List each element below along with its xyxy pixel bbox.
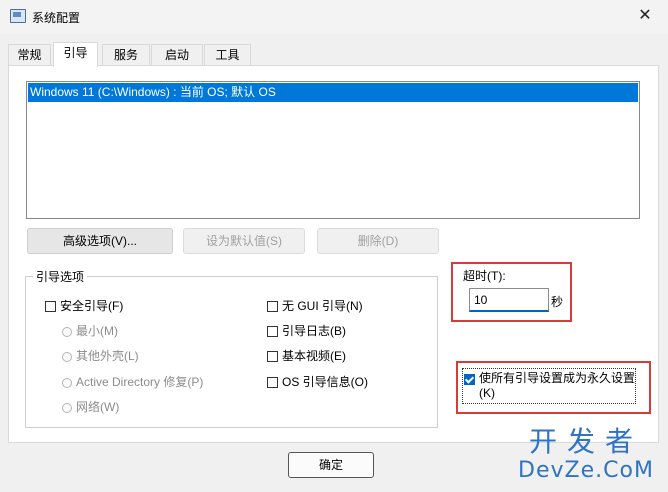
no-gui-boot-label: 无 GUI 引导(N) [282, 299, 363, 313]
ok-button[interactable]: 确定 [288, 452, 374, 478]
alternate-shell-radio[interactable]: 其他外壳(L) [62, 347, 139, 365]
minimal-label: 最小(M) [76, 324, 118, 338]
watermark-line2: DevZe.CoM [518, 458, 654, 483]
tab-services[interactable]: 服务 [102, 44, 150, 66]
alternate-shell-label: 其他外壳(L) [76, 349, 139, 363]
tab-tools[interactable]: 工具 [204, 44, 251, 66]
timeout-highlight-box [451, 262, 572, 322]
title-bar: 系统配置 ✕ [0, 0, 668, 34]
network-radio[interactable]: 网络(W) [62, 398, 119, 416]
radio-circle [62, 403, 72, 413]
checkbox-box [267, 351, 278, 362]
tab-general[interactable]: 常规 [8, 44, 51, 66]
advanced-options-label: 高级选项(V)... [63, 234, 137, 248]
close-button[interactable]: ✕ [622, 0, 668, 32]
set-default-label: 设为默认值(S) [206, 234, 282, 248]
permanent-highlight-box [456, 361, 651, 414]
radio-circle [62, 352, 72, 362]
boot-options-title: 引导选项 [33, 268, 88, 285]
active-directory-label: Active Directory 修复(P) [76, 375, 204, 389]
base-video-label: 基本视频(E) [282, 349, 346, 363]
set-default-button[interactable]: 设为默认值(S) [183, 228, 305, 254]
radio-circle [62, 327, 72, 337]
safe-boot-checkbox[interactable]: 安全引导(F) [45, 297, 123, 315]
os-boot-info-checkbox[interactable]: OS 引导信息(O) [267, 373, 368, 391]
delete-button[interactable]: 删除(D) [317, 228, 439, 254]
checkbox-box [267, 377, 278, 388]
watermark-line1: 开发者 [528, 425, 643, 458]
delete-label: 删除(D) [357, 234, 399, 248]
minimal-radio[interactable]: 最小(M) [62, 322, 118, 340]
system-config-icon [10, 9, 26, 23]
tab-startup[interactable]: 启动 [151, 44, 203, 66]
os-listbox[interactable]: Windows 11 (C:\Windows) : 当前 OS; 默认 OS [26, 81, 640, 219]
watermark-logo: 开发者 DevZe.CoM [508, 426, 664, 484]
boot-log-checkbox[interactable]: 引导日志(B) [267, 322, 346, 340]
checkbox-box [267, 301, 278, 312]
base-video-checkbox[interactable]: 基本视频(E) [267, 347, 346, 365]
active-directory-radio[interactable]: Active Directory 修复(P) [62, 373, 203, 391]
ok-label: 确定 [318, 458, 343, 472]
tab-boot[interactable]: 引导 [53, 42, 98, 67]
window-title: 系统配置 [32, 11, 81, 25]
checkbox-box [45, 301, 56, 312]
network-label: 网络(W) [76, 400, 120, 414]
boot-log-label: 引导日志(B) [282, 324, 346, 338]
os-boot-info-label: OS 引导信息(O) [282, 375, 368, 389]
radio-circle [62, 378, 72, 388]
checkbox-box [267, 326, 278, 337]
no-gui-boot-checkbox[interactable]: 无 GUI 引导(N) [267, 297, 363, 315]
os-list-item[interactable]: Windows 11 (C:\Windows) : 当前 OS; 默认 OS [28, 83, 638, 102]
safe-boot-label: 安全引导(F) [60, 299, 124, 313]
advanced-options-button[interactable]: 高级选项(V)... [27, 228, 173, 254]
